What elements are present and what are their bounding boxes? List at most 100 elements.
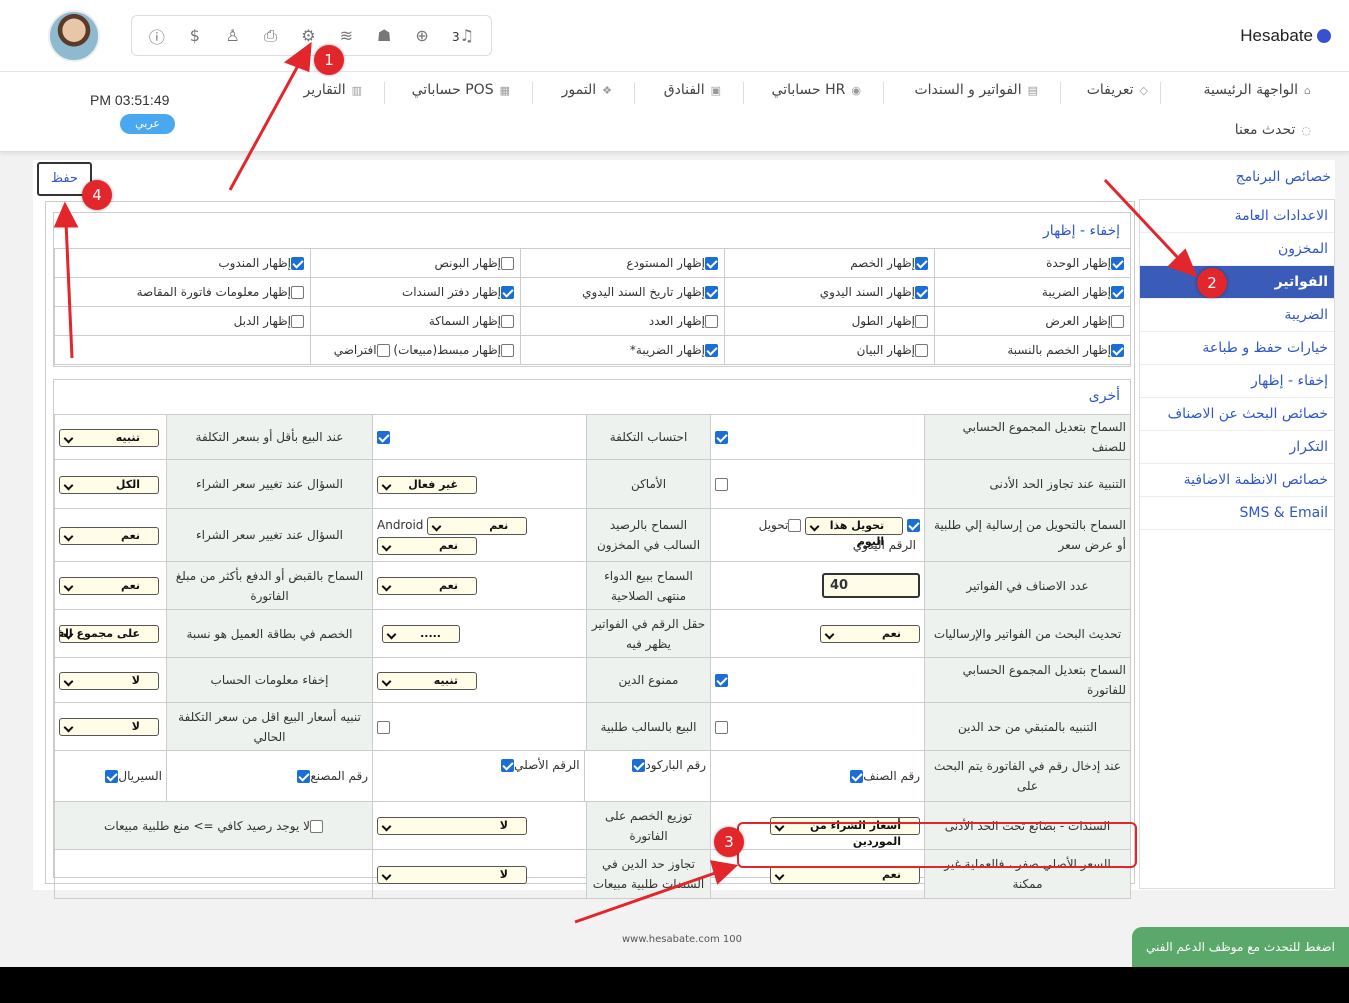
header-divider bbox=[0, 71, 1349, 72]
android-icon[interactable]: ☗ bbox=[372, 26, 396, 45]
select-dropdown[interactable]: نعم bbox=[770, 865, 920, 884]
nav-pos[interactable]: حساباتي POS ▦ bbox=[412, 82, 510, 98]
nav-hotels[interactable]: الفنادق ▣ bbox=[664, 82, 721, 98]
checkbox[interactable] bbox=[705, 315, 718, 328]
checkbox[interactable] bbox=[377, 720, 390, 734]
sidebar-item-repeat[interactable]: التكرار bbox=[1140, 431, 1334, 464]
nav-home[interactable]: الواجهة الرئيسية ⌂ bbox=[1203, 82, 1311, 98]
sidebar-item-sms-email[interactable]: SMS & Email bbox=[1140, 497, 1334, 530]
table-cell: إظهار الدبل bbox=[54, 306, 311, 336]
checkbox[interactable] bbox=[705, 344, 718, 357]
select-dropdown[interactable]: نعم bbox=[427, 516, 528, 535]
table-cell bbox=[54, 335, 311, 365]
users-icon[interactable]: ♙ bbox=[221, 26, 245, 45]
sidebar-item-hide-show[interactable]: إخفاء - إظهار bbox=[1140, 365, 1334, 398]
select-dropdown[interactable]: ..... bbox=[382, 625, 460, 643]
select-dropdown[interactable]: تنبيه bbox=[377, 671, 477, 690]
setting-label: السماح بالرصيد السالب في المخزون bbox=[586, 508, 711, 562]
footer-text: www.hesabate.com 100 bbox=[622, 934, 742, 945]
money-bag-icon[interactable]: $ bbox=[183, 26, 207, 45]
checkbox[interactable] bbox=[715, 478, 728, 491]
table-cell bbox=[372, 702, 587, 751]
select-dropdown[interactable]: لا bbox=[59, 671, 159, 690]
table-cell: رقم الصنف bbox=[710, 750, 925, 802]
checkbox[interactable] bbox=[715, 674, 728, 687]
checkbox[interactable] bbox=[788, 519, 802, 532]
items-count-input[interactable]: 40 bbox=[822, 573, 920, 598]
nav-reports[interactable]: التقارير ▥ bbox=[303, 82, 362, 98]
checkbox[interactable] bbox=[705, 286, 718, 299]
plus-circle-icon[interactable]: ⊕ bbox=[410, 26, 434, 45]
checkbox[interactable] bbox=[309, 819, 323, 833]
checkbox[interactable] bbox=[915, 315, 928, 328]
user-avatar[interactable] bbox=[48, 10, 100, 62]
select-dropdown[interactable]: تنبيه bbox=[59, 428, 159, 447]
table-row: السماح بتعديل المجموع الحسابي للفاتورة م… bbox=[54, 657, 1131, 703]
nav-definitions[interactable]: تعريفات ◇ bbox=[1087, 82, 1148, 98]
checkbox[interactable] bbox=[297, 770, 311, 783]
table-row: إظهار الضريبة إظهار السند اليدوي إظهار ت… bbox=[54, 277, 1131, 307]
checkbox[interactable] bbox=[715, 720, 728, 734]
select-dropdown[interactable]: لا bbox=[377, 865, 527, 884]
checkbox[interactable] bbox=[376, 344, 390, 357]
setting-label: حقل الرقم في الفواتير يظهر فيه bbox=[586, 609, 711, 658]
checkbox[interactable] bbox=[705, 257, 718, 270]
checkbox[interactable] bbox=[501, 257, 514, 270]
language-toggle[interactable]: عربي bbox=[120, 114, 175, 134]
checkbox[interactable] bbox=[105, 770, 119, 783]
checkbox[interactable] bbox=[291, 286, 304, 299]
checkbox[interactable] bbox=[501, 344, 514, 357]
support-chat-button[interactable]: اضغط للتحدث مع موظف الدعم الفني bbox=[1132, 927, 1349, 967]
checkbox[interactable] bbox=[501, 286, 514, 299]
settings-icon[interactable]: ⚙ bbox=[296, 26, 320, 45]
pos-icon: ▦ bbox=[499, 83, 510, 97]
sidebar-item-general[interactable]: الاعدادات العامة bbox=[1140, 200, 1334, 233]
checkbox[interactable] bbox=[632, 759, 646, 772]
select-dropdown[interactable]: نعم bbox=[59, 526, 159, 545]
checkbox[interactable] bbox=[915, 286, 928, 299]
setting-label: الخصم في بطاقة العميل هو نسبة bbox=[166, 609, 373, 658]
sidebar-item-item-search[interactable]: خصائص البحث عن الاصناف bbox=[1140, 398, 1334, 431]
setting-label: إخفاء معلومات الحساب bbox=[166, 657, 373, 703]
sidebar-item-tax[interactable]: الضريبة bbox=[1140, 299, 1334, 332]
select-dropdown[interactable]: تحويل هذا اليوم bbox=[805, 516, 904, 548]
checkbox[interactable] bbox=[715, 431, 728, 444]
checkbox[interactable] bbox=[377, 431, 390, 444]
sidebar-item-invoices[interactable]: الفواتير bbox=[1140, 266, 1334, 299]
settings-sidebar: الاعدادات العامة المخزون الفواتير الضريب… bbox=[1139, 199, 1335, 889]
database-icon[interactable]: ≋ bbox=[334, 26, 358, 45]
checkbox[interactable] bbox=[915, 257, 928, 270]
nav-chat[interactable]: تحدث معنا ◌ bbox=[1235, 122, 1311, 138]
checkbox[interactable] bbox=[907, 519, 920, 532]
select-dropdown[interactable]: نعم bbox=[820, 625, 920, 643]
checkbox[interactable] bbox=[291, 315, 304, 328]
nav-hr[interactable]: حساباتي HR ◉ bbox=[772, 82, 861, 98]
info-icon[interactable]: ⓘ bbox=[145, 24, 169, 48]
select-dropdown[interactable]: لا bbox=[59, 718, 159, 736]
checkbox[interactable] bbox=[501, 759, 515, 772]
table-row: التنبية عند تجاوز الحد الأدنى الأماكن غي… bbox=[54, 459, 1131, 509]
select-dropdown[interactable]: لا bbox=[377, 817, 527, 835]
select-dropdown[interactable]: على مجموع الفاتورة bbox=[59, 625, 159, 643]
table-cell: الكل bbox=[54, 459, 167, 509]
checkbox[interactable] bbox=[1111, 257, 1124, 270]
printer-icon[interactable]: ⎙ bbox=[259, 26, 283, 46]
select-dropdown[interactable]: نعم bbox=[377, 536, 477, 555]
sidebar-item-save-print[interactable]: خيارات حفظ و طباعة bbox=[1140, 332, 1334, 365]
checkbox[interactable] bbox=[1111, 315, 1124, 328]
nav-invoices[interactable]: الفواتير و السندات ▤ bbox=[914, 82, 1038, 98]
select-dropdown[interactable]: الكل bbox=[59, 475, 159, 494]
sidebar-item-inventory[interactable]: المخزون bbox=[1140, 233, 1334, 266]
select-dropdown[interactable]: غير فعال bbox=[377, 475, 477, 494]
select-dropdown[interactable]: نعم bbox=[59, 577, 159, 595]
checkbox[interactable] bbox=[291, 257, 304, 270]
checkbox[interactable] bbox=[850, 770, 864, 783]
checkbox[interactable] bbox=[915, 344, 928, 357]
bell-icon[interactable]: 3♫ bbox=[448, 26, 478, 45]
checkbox[interactable] bbox=[1111, 286, 1124, 299]
nav-dates[interactable]: التمور ❖ bbox=[562, 82, 612, 98]
sidebar-item-extra-systems[interactable]: خصائص الانظمة الاضافية bbox=[1140, 464, 1334, 497]
checkbox[interactable] bbox=[501, 315, 514, 328]
select-dropdown[interactable]: نعم bbox=[377, 577, 477, 595]
checkbox[interactable] bbox=[1111, 344, 1124, 357]
